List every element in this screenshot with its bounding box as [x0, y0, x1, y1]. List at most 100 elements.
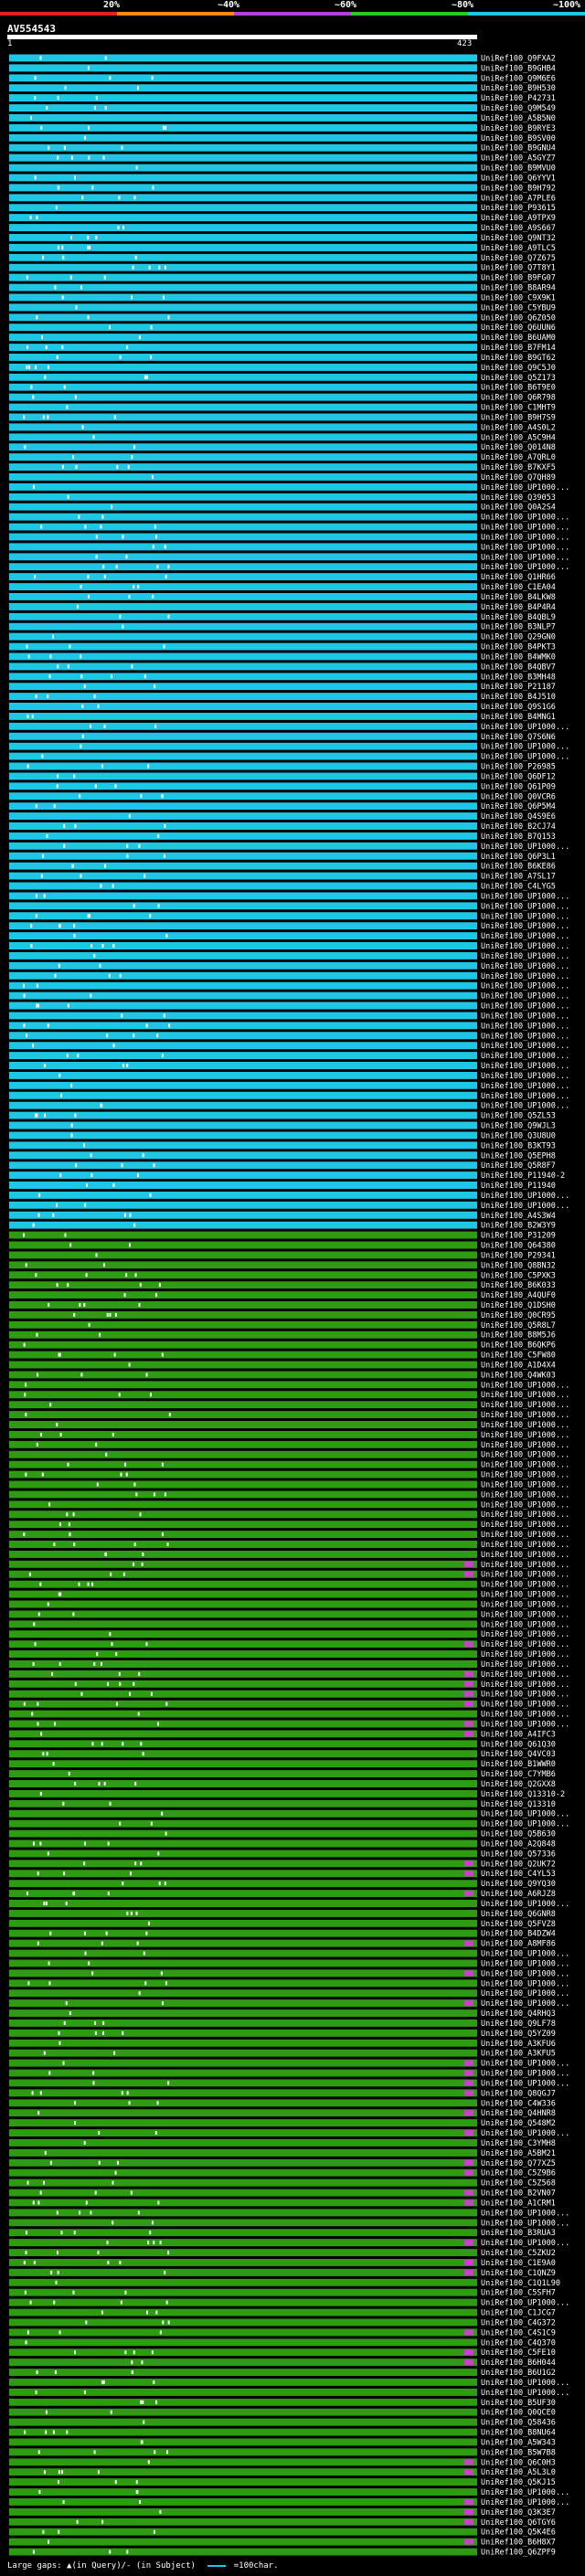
hit-label[interactable]: UniRef100_C5SFH7 — [481, 2289, 556, 2298]
hit-label[interactable]: UniRef100_UP1000... — [481, 1202, 569, 1211]
hit-label[interactable]: UniRef100_Q6ZPF9 — [481, 2549, 556, 2557]
hit-label[interactable]: UniRef100_UP1000... — [481, 892, 569, 901]
hit-label[interactable]: UniRef100_Q6UUN6 — [481, 323, 556, 333]
hit-label[interactable]: UniRef100_Q6Z050 — [481, 313, 556, 323]
hit-label[interactable]: UniRef100_Q9NT32 — [481, 234, 556, 243]
hit-label[interactable]: UniRef100_Q2UK72 — [481, 1860, 556, 1869]
hit-label[interactable]: UniRef100_Q4S9E6 — [481, 812, 556, 822]
hit-label[interactable]: UniRef100_UP1000... — [481, 982, 569, 991]
hit-label[interactable]: UniRef100_B5W7B8 — [481, 2448, 556, 2457]
hit-label[interactable]: UniRef100_UP1000... — [481, 1391, 569, 1400]
hit-label[interactable]: UniRef100_C3YMH8 — [481, 2139, 556, 2148]
hit-label[interactable]: UniRef100_UP1000... — [481, 1521, 569, 1530]
hit-label[interactable]: UniRef100_Q5ZL53 — [481, 1112, 556, 1121]
hit-label[interactable]: UniRef100_UP1000... — [481, 2219, 569, 2228]
hit-label[interactable]: UniRef100_UP1000... — [481, 932, 569, 941]
hit-label[interactable]: UniRef100_Q5B630 — [481, 1830, 556, 1839]
hit-label[interactable]: UniRef100_UP1000... — [481, 902, 569, 911]
hit-label[interactable]: UniRef100_UP1000... — [481, 2209, 569, 2218]
hit-label[interactable]: UniRef100_Q2GXX8 — [481, 1780, 556, 1789]
hit-label[interactable]: UniRef100_B6K033 — [481, 1281, 556, 1290]
hit-label[interactable]: UniRef100_UP1000... — [481, 1471, 569, 1480]
hit-label[interactable]: UniRef100_UP1000... — [481, 1500, 569, 1510]
hit-label[interactable]: UniRef100_P11940 — [481, 1182, 556, 1191]
hit-label[interactable]: UniRef100_UP1000... — [481, 1650, 569, 1659]
hit-label[interactable]: UniRef100_UP1000... — [481, 1042, 569, 1051]
hit-label[interactable]: UniRef100_B3KT93 — [481, 1141, 556, 1150]
hit-label[interactable]: UniRef100_A2Q848 — [481, 1839, 556, 1849]
hit-label[interactable]: UniRef100_Q8QGJ7 — [481, 2089, 556, 2098]
hit-label[interactable]: UniRef100_B3MH48 — [481, 673, 556, 682]
hit-label[interactable]: UniRef100_P29341 — [481, 1251, 556, 1260]
hit-label[interactable]: UniRef100_A4S3W4 — [481, 1212, 556, 1221]
hit-label[interactable]: UniRef100_UP1000... — [481, 1701, 569, 1710]
hit-label[interactable]: UniRef100_Q29GN0 — [481, 633, 556, 642]
hit-label[interactable]: UniRef100_Q6YYV1 — [481, 174, 556, 183]
hit-label[interactable]: UniRef100_UP1000... — [481, 1900, 569, 1909]
hit-label[interactable]: UniRef100_Q4HNR8 — [481, 2109, 556, 2118]
hit-label[interactable]: UniRef100_Q5KJ15 — [481, 2478, 556, 2487]
hit-label[interactable]: UniRef100_Q64380 — [481, 1242, 556, 1251]
hit-label[interactable]: UniRef100_UP1000... — [481, 1551, 569, 1560]
hit-label[interactable]: UniRef100_Q6TGY6 — [481, 2518, 556, 2528]
hit-label[interactable]: UniRef100_Q6DF12 — [481, 772, 556, 781]
hit-label[interactable]: UniRef100_Q6P3L1 — [481, 853, 556, 862]
hit-label[interactable]: UniRef100_UP1000... — [481, 1610, 569, 1619]
hit-label[interactable]: UniRef100_B6H8X7 — [481, 2539, 556, 2548]
hit-label[interactable]: UniRef100_C5PXK3 — [481, 1271, 556, 1280]
hit-label[interactable]: UniRef100_UP1000... — [481, 1421, 569, 1430]
hit-label[interactable]: UniRef100_B7FM14 — [481, 344, 556, 353]
hit-label[interactable]: UniRef100_UP1000... — [481, 2079, 569, 2088]
hit-label[interactable]: UniRef100_UP1000... — [481, 1691, 569, 1700]
hit-label[interactable]: UniRef100_UP1000... — [481, 992, 569, 1002]
hit-label[interactable]: UniRef100_Q6C0H3 — [481, 2458, 556, 2467]
hit-label[interactable]: UniRef100_UP1000... — [481, 2060, 569, 2069]
hit-label[interactable]: UniRef100_C1E9A0 — [481, 2259, 556, 2268]
hit-label[interactable]: UniRef100_UP1000... — [481, 1620, 569, 1629]
hit-label[interactable]: UniRef100_Q39053 — [481, 493, 556, 503]
hit-label[interactable]: UniRef100_UP1000... — [481, 1999, 569, 2009]
hit-label[interactable]: UniRef100_Q1DSH0 — [481, 1301, 556, 1310]
hit-label[interactable]: UniRef100_A9S667 — [481, 224, 556, 233]
hit-label[interactable]: UniRef100_B3RUA3 — [481, 2229, 556, 2238]
hit-label[interactable]: UniRef100_UP1000... — [481, 553, 569, 562]
hit-label[interactable]: UniRef100_C5FW80 — [481, 1352, 556, 1361]
hit-label[interactable]: UniRef100_Q6P5M4 — [481, 802, 556, 811]
hit-label[interactable]: UniRef100_Q5YZ09 — [481, 2030, 556, 2039]
hit-label[interactable]: UniRef100_UP1000... — [481, 1461, 569, 1470]
hit-label[interactable]: UniRef100_UP1000... — [481, 1401, 569, 1410]
hit-label[interactable]: UniRef100_Q5FVZ8 — [481, 1920, 556, 1929]
hit-label[interactable]: UniRef100_Q9WJL3 — [481, 1122, 556, 1131]
hit-label[interactable]: UniRef100_P42731 — [481, 94, 556, 103]
hit-label[interactable]: UniRef100_UP1000... — [481, 2389, 569, 2398]
hit-label[interactable]: UniRef100_UP1000... — [481, 1720, 569, 1729]
hit-label[interactable]: UniRef100_C5FE10 — [481, 2348, 556, 2358]
hit-label[interactable]: UniRef100_UP1000... — [481, 1451, 569, 1460]
hit-label[interactable]: UniRef100_UP1000... — [481, 2498, 569, 2507]
hit-label[interactable]: UniRef100_UP1000... — [481, 1571, 569, 1580]
hit-label[interactable]: UniRef100_A1D4X4 — [481, 1361, 556, 1370]
hit-label[interactable]: UniRef100_C7YMB6 — [481, 1770, 556, 1779]
hit-label[interactable]: UniRef100_Q13310-2 — [481, 1790, 565, 1799]
hit-label[interactable]: UniRef100_C5Z9B6 — [481, 2169, 556, 2178]
hit-label[interactable]: UniRef100_B4DZW4 — [481, 1930, 556, 1939]
hit-label[interactable]: UniRef100_B6T9E0 — [481, 384, 556, 393]
hit-label[interactable]: UniRef100_UP1000... — [481, 843, 569, 852]
hit-label[interactable]: UniRef100_Q9FXA2 — [481, 54, 556, 63]
hit-label[interactable]: UniRef100_C5YBU9 — [481, 303, 556, 313]
hit-label[interactable]: UniRef100_Q13310 — [481, 1800, 556, 1809]
hit-label[interactable]: UniRef100_Q7QH89 — [481, 473, 556, 482]
hit-label[interactable]: UniRef100_UP1000... — [481, 1441, 569, 1450]
hit-label[interactable]: UniRef100_B9GT62 — [481, 354, 556, 363]
hit-label[interactable]: UniRef100_UP1000... — [481, 1950, 569, 1959]
hit-label[interactable]: UniRef100_B9FG07 — [481, 274, 556, 283]
hit-label[interactable]: UniRef100_B6U1G2 — [481, 2369, 556, 2378]
hit-label[interactable]: UniRef100_UP1000... — [481, 1600, 569, 1609]
hit-label[interactable]: UniRef100_B9H530 — [481, 84, 556, 93]
hit-label[interactable]: UniRef100_Q014N8 — [481, 443, 556, 452]
hit-label[interactable]: UniRef100_B4QBL9 — [481, 613, 556, 622]
hit-label[interactable]: UniRef100_A5C9H4 — [481, 433, 556, 442]
hit-label[interactable]: UniRef100_UP1000... — [481, 1680, 569, 1690]
hit-label[interactable]: UniRef100_A5W343 — [481, 2438, 556, 2447]
hit-label[interactable]: UniRef100_UP1000... — [481, 533, 569, 542]
